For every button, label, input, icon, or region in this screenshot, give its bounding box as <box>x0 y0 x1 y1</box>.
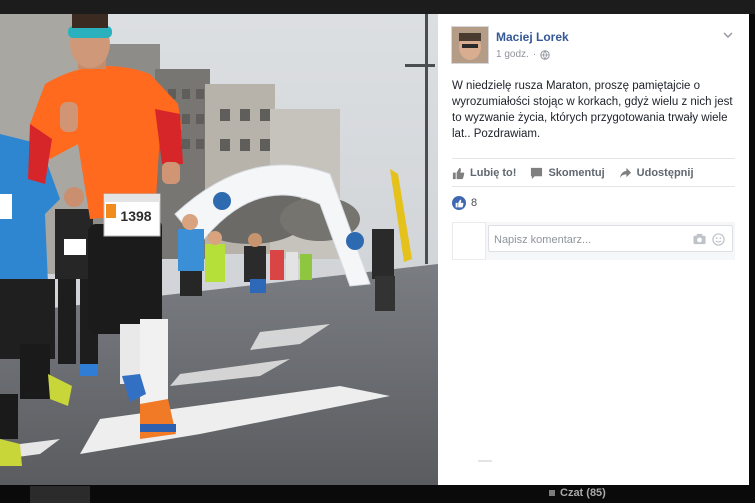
commenter-avatar <box>452 222 486 260</box>
post-actions: Lubię to! Skomentuj Udostępnij <box>452 164 735 182</box>
divider <box>452 158 735 159</box>
thumbs-up-icon <box>452 167 465 179</box>
comment-icon <box>531 167 543 179</box>
divider <box>478 460 492 462</box>
post-text: W niedzielę rusza Maraton, proszę pamięt… <box>452 80 733 140</box>
post-meta: 1 godz. · <box>496 49 550 60</box>
post-sidebar: Maciej Lorek 1 godz. · W niedzielę rusza… <box>438 14 749 485</box>
post-time[interactable]: 1 godz. <box>496 49 529 60</box>
likes-summary[interactable]: 8 <box>452 196 477 210</box>
chat-status-dot <box>549 490 555 496</box>
background-bottom-bar <box>0 485 755 503</box>
camera-icon[interactable] <box>693 233 706 245</box>
runner-bib-number: 1398 <box>120 208 151 224</box>
comment-box[interactable] <box>488 225 733 252</box>
share-icon <box>619 167 631 178</box>
post-photo[interactable]: 1398 <box>0 14 438 485</box>
chat-label[interactable]: Czat (85) <box>560 487 606 499</box>
comment-button[interactable]: Skomentuj <box>530 167 605 180</box>
like-label: Lubię to! <box>470 167 517 179</box>
background-topbar <box>0 0 755 14</box>
background-thumbnail <box>30 486 90 503</box>
emoji-icon[interactable] <box>712 233 725 246</box>
likes-count: 8 <box>471 197 478 209</box>
author-face-icon <box>452 27 488 63</box>
share-label: Udostępnij <box>636 167 694 179</box>
author-avatar[interactable] <box>451 26 489 64</box>
like-reaction-icon <box>452 196 466 210</box>
marathon-runner-photo: 1398 <box>0 14 438 485</box>
author-name-link[interactable]: Maciej Lorek <box>496 30 569 44</box>
like-button[interactable]: Lubię to! <box>452 167 516 180</box>
divider <box>452 186 735 187</box>
chevron-down-icon[interactable] <box>723 30 733 40</box>
meta-separator: · <box>532 49 537 60</box>
comment-input[interactable] <box>492 231 686 249</box>
comment-composer <box>452 222 735 260</box>
globe-icon[interactable] <box>540 49 550 60</box>
comment-label: Skomentuj <box>548 167 605 179</box>
share-button[interactable]: Udostępnij <box>619 167 694 180</box>
